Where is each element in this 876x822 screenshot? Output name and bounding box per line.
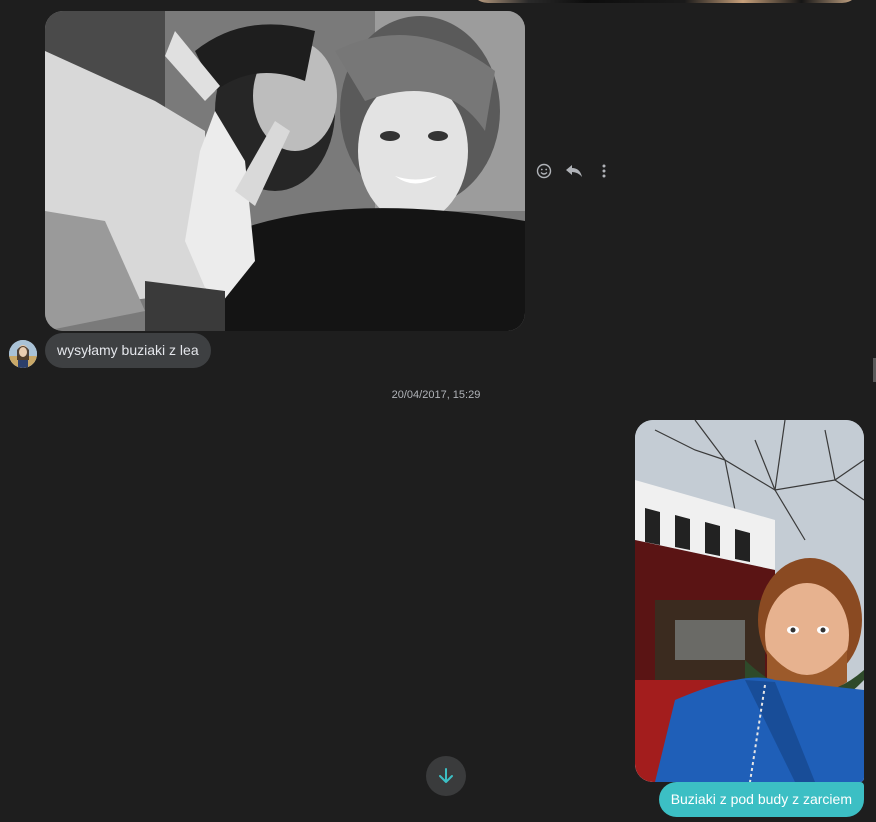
message-actions bbox=[533, 160, 615, 182]
incoming-photo-attachment[interactable] bbox=[45, 11, 525, 331]
previous-photo-attachment[interactable] bbox=[470, 0, 860, 3]
incoming-message-bubble[interactable]: wysyłamy buziaki z lea bbox=[45, 333, 211, 368]
reply-button[interactable] bbox=[563, 160, 585, 182]
more-options-icon bbox=[602, 164, 606, 178]
incoming-photo-image bbox=[45, 11, 525, 331]
scroll-to-bottom-button[interactable] bbox=[426, 756, 466, 796]
outgoing-message-text: Buziaki z pod budy z zarciem bbox=[670, 791, 852, 807]
timestamp-divider: 20/04/2017, 15:29 bbox=[391, 389, 481, 401]
smiley-icon bbox=[536, 163, 552, 179]
incoming-message-text: wysyłamy buziaki z lea bbox=[57, 342, 199, 358]
outgoing-photo-attachment[interactable] bbox=[635, 420, 864, 782]
outgoing-message-bubble[interactable]: Buziaki z pod budy z zarciem bbox=[658, 782, 864, 817]
arrow-down-icon bbox=[439, 768, 453, 783]
avatar-image bbox=[9, 340, 37, 368]
react-button[interactable] bbox=[533, 160, 555, 182]
reply-icon bbox=[566, 165, 582, 177]
more-options-button[interactable] bbox=[593, 160, 615, 182]
sender-avatar[interactable] bbox=[9, 340, 37, 368]
outgoing-photo-image bbox=[635, 420, 864, 782]
